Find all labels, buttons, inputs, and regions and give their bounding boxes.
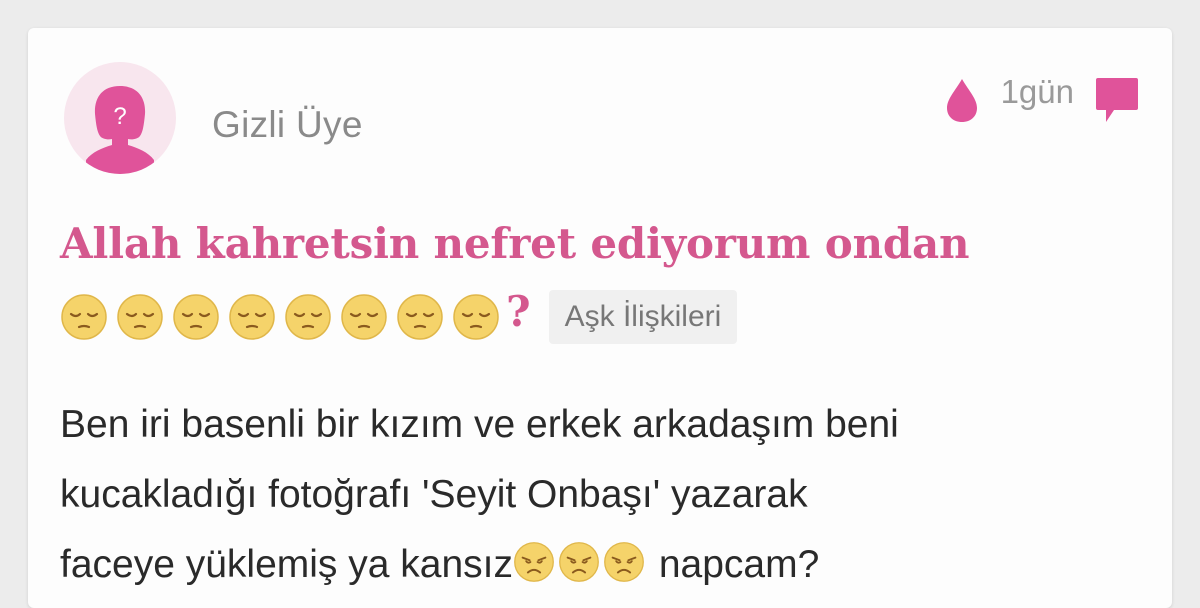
post-card: ? Gizli Üye 1gün Allah kahretsin nefret … xyxy=(28,28,1172,608)
title-question-mark[interactable]: ? xyxy=(506,287,531,336)
disappointed-face-emoji xyxy=(559,542,599,582)
pensive-face-emoji xyxy=(229,294,275,340)
svg-text:?: ? xyxy=(113,103,126,130)
pensive-face-emoji xyxy=(341,294,387,340)
comment-icon[interactable] xyxy=(1092,72,1142,128)
pensive-face-emoji xyxy=(61,294,107,340)
body-line-2: kucakladığı fotoğrafı 'Seyit Onbaşı' yaz… xyxy=(60,473,808,516)
post-time: 1gün xyxy=(1000,73,1074,110)
body-line-3-end: napcam? xyxy=(648,543,820,586)
body-line-3-start: faceye yüklemiş ya kansız xyxy=(60,543,514,586)
pensive-face-emoji xyxy=(397,294,443,340)
post-body: Ben iri basenli bir kızım ve erkek arkad… xyxy=(60,390,1160,600)
disappointed-face-emoji xyxy=(604,542,644,582)
author-name[interactable]: Gizli Üye xyxy=(212,104,363,146)
pensive-face-emoji xyxy=(117,294,163,340)
title-emoji-row: ? Aşk İlişkileri xyxy=(60,287,738,344)
drop-icon[interactable] xyxy=(943,75,981,125)
pensive-face-emoji xyxy=(453,294,499,340)
anonymous-avatar-icon[interactable]: ? xyxy=(64,62,176,174)
pensive-face-emoji xyxy=(285,294,331,340)
category-tag[interactable]: Aşk İlişkileri xyxy=(548,290,738,344)
body-line-1: Ben iri basenli bir kızım ve erkek arkad… xyxy=(60,403,899,446)
disappointed-face-emoji xyxy=(514,542,554,582)
post-title[interactable]: Allah kahretsin nefret ediyorum ondan xyxy=(60,214,1150,274)
pensive-face-emoji xyxy=(173,294,219,340)
post-meta: 1gün xyxy=(943,72,1142,128)
body-line-3: faceye yüklemiş ya kansız napcam? xyxy=(60,530,1160,600)
